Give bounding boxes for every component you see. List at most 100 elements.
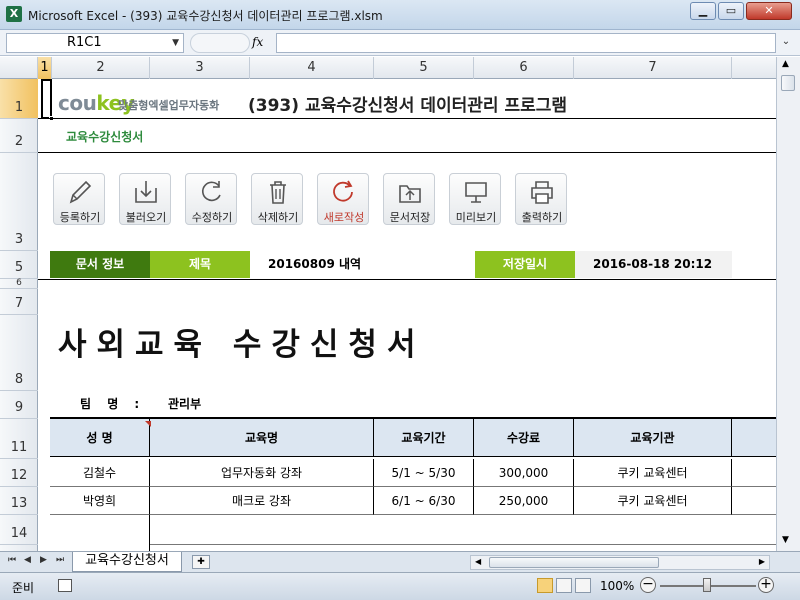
cell-course[interactable] [150, 515, 374, 545]
tool-label: 새로작성 [323, 211, 365, 224]
cell-period[interactable]: 6/1 ~ 6/30 [374, 487, 474, 515]
cell-name[interactable] [50, 515, 150, 551]
team-label: 팀 명 : [80, 397, 146, 411]
formula-controls [190, 33, 250, 53]
col-course-header: 교육명 [150, 419, 374, 457]
column-header[interactable]: 7 [574, 57, 732, 79]
cell-name[interactable]: 박영희 [50, 487, 150, 515]
expand-formula-icon[interactable]: ⌄ [778, 33, 794, 53]
col-institution-header: 교육기관 [574, 419, 732, 457]
column-header[interactable]: 6 [474, 57, 574, 79]
formula-input[interactable] [276, 33, 776, 53]
insert-sheet-icon[interactable]: ✚ [192, 555, 210, 569]
name-box[interactable]: R1C1 ▼ [6, 33, 184, 53]
program-title: (393) 교육수강신청서 데이터관리 프로그램 [248, 96, 568, 116]
save-document-button[interactable]: 문서저장 [383, 173, 435, 225]
monitor-icon [465, 182, 487, 203]
row-header[interactable]: 5 [0, 251, 38, 279]
scroll-down-icon[interactable]: ▼ [782, 535, 789, 545]
row-header[interactable]: 9 [0, 391, 38, 419]
row-header[interactable]: 12 [0, 459, 38, 487]
close-button[interactable]: ✕ [746, 2, 792, 20]
zoom-level[interactable]: 100% [600, 579, 634, 593]
first-sheet-icon[interactable]: ⏮ [8, 555, 16, 565]
cell-period[interactable] [374, 515, 474, 545]
worksheet[interactable]: coukey 맞춤형엑셀업무자동화 (393) 교육수강신청서 데이터관리 프로… [38, 79, 776, 551]
load-button[interactable]: 불러오기 [119, 173, 171, 225]
horizontal-scrollbar[interactable]: ◀ ▶ [470, 555, 770, 570]
chevron-down-icon[interactable]: ▼ [172, 34, 179, 52]
scroll-up-icon[interactable]: ▲ [782, 59, 789, 69]
new-icon [333, 180, 353, 202]
tool-label: 삭제하기 [257, 211, 299, 224]
last-sheet-icon[interactable]: ⏭ [56, 555, 64, 565]
cell-course[interactable]: 업무자동화 강좌 [150, 459, 374, 487]
active-cell[interactable] [41, 79, 54, 121]
zoom-out-button[interactable]: − [640, 577, 656, 593]
page-break-view-button[interactable] [575, 578, 591, 593]
cell-extra[interactable] [732, 515, 776, 545]
new-document-button[interactable]: 새로작성 [317, 173, 369, 225]
column-header[interactable]: 4 [250, 57, 374, 79]
status-ready: 준비 [12, 581, 35, 595]
normal-view-button[interactable] [537, 578, 553, 593]
horizontal-scroll-thumb[interactable] [489, 557, 659, 568]
pencil-icon [69, 180, 92, 204]
column-header[interactable]: 5 [374, 57, 474, 79]
next-sheet-icon[interactable]: ▶ [40, 555, 47, 565]
page-layout-view-button[interactable] [556, 578, 572, 593]
row-header[interactable]: 7 [0, 289, 38, 315]
excel-app-icon[interactable]: X [6, 6, 22, 22]
table-header-row: 성 명 교육명 교육기간 수강료 교육기관 [50, 417, 776, 457]
cell-fee[interactable]: 250,000 [474, 487, 574, 515]
document-title: 사외교육 수강신청서 [58, 327, 426, 363]
row-header[interactable]: 3 [0, 153, 38, 251]
select-all-corner[interactable] [0, 57, 38, 79]
cell-institution[interactable]: 쿠키 교육센터 [574, 487, 732, 515]
cell-extra[interactable] [732, 487, 776, 515]
row-header[interactable]: 6 [0, 278, 38, 289]
register-button[interactable]: 등록하기 [53, 173, 105, 225]
team-value[interactable]: 관리부 [168, 395, 201, 412]
column-header[interactable]: 1 [38, 57, 52, 79]
row-header[interactable]: 8 [0, 315, 38, 391]
vertical-scroll-thumb[interactable] [781, 75, 795, 91]
insert-function-icon[interactable]: fx [252, 35, 263, 49]
row-header[interactable]: 2 [0, 119, 38, 153]
preview-button[interactable]: 미리보기 [449, 173, 501, 225]
col-period-header: 교육기간 [374, 419, 474, 457]
cell-extra[interactable] [732, 459, 776, 487]
cell-institution[interactable]: 쿠키 교육센터 [574, 459, 732, 487]
scroll-right-icon[interactable]: ▶ [759, 557, 765, 566]
macro-record-icon[interactable] [58, 579, 72, 592]
cell-fee[interactable] [474, 515, 574, 545]
maximize-button[interactable]: ▭ [718, 2, 744, 20]
divider [38, 152, 776, 153]
minimize-button[interactable]: ▁ [690, 2, 716, 20]
vertical-scrollbar[interactable]: ▲ ▼ [776, 57, 800, 551]
print-button[interactable]: 출력하기 [515, 173, 567, 225]
edit-button[interactable]: 수정하기 [185, 173, 237, 225]
cell-period[interactable]: 5/1 ~ 5/30 [374, 459, 474, 487]
row-header[interactable]: 13 [0, 487, 38, 515]
subject-value[interactable]: 20160809 내역 [268, 251, 428, 278]
cell-institution[interactable] [574, 515, 732, 545]
cell-course[interactable]: 매크로 강좌 [150, 487, 374, 515]
zoom-in-button[interactable]: + [758, 577, 774, 593]
cell-fee[interactable]: 300,000 [474, 459, 574, 487]
zoom-slider-thumb[interactable] [703, 578, 711, 592]
refresh-icon [201, 181, 221, 202]
row-header[interactable]: 14 [0, 515, 38, 545]
delete-button[interactable]: 삭제하기 [251, 173, 303, 225]
prev-sheet-icon[interactable]: ◀ [24, 555, 31, 565]
col-name-header: 성 명 [50, 419, 150, 457]
column-header[interactable]: 3 [150, 57, 250, 79]
scroll-left-icon[interactable]: ◀ [475, 557, 481, 566]
column-header[interactable]: 2 [52, 57, 150, 79]
logo-main: cou [58, 91, 97, 115]
trash-icon [270, 181, 286, 204]
row-header[interactable]: 11 [0, 419, 38, 459]
row-header[interactable]: 1 [0, 79, 38, 119]
sheet-tab-active[interactable]: 교육수강신청서 [72, 552, 182, 572]
cell-name[interactable]: 김철수 [50, 459, 150, 487]
